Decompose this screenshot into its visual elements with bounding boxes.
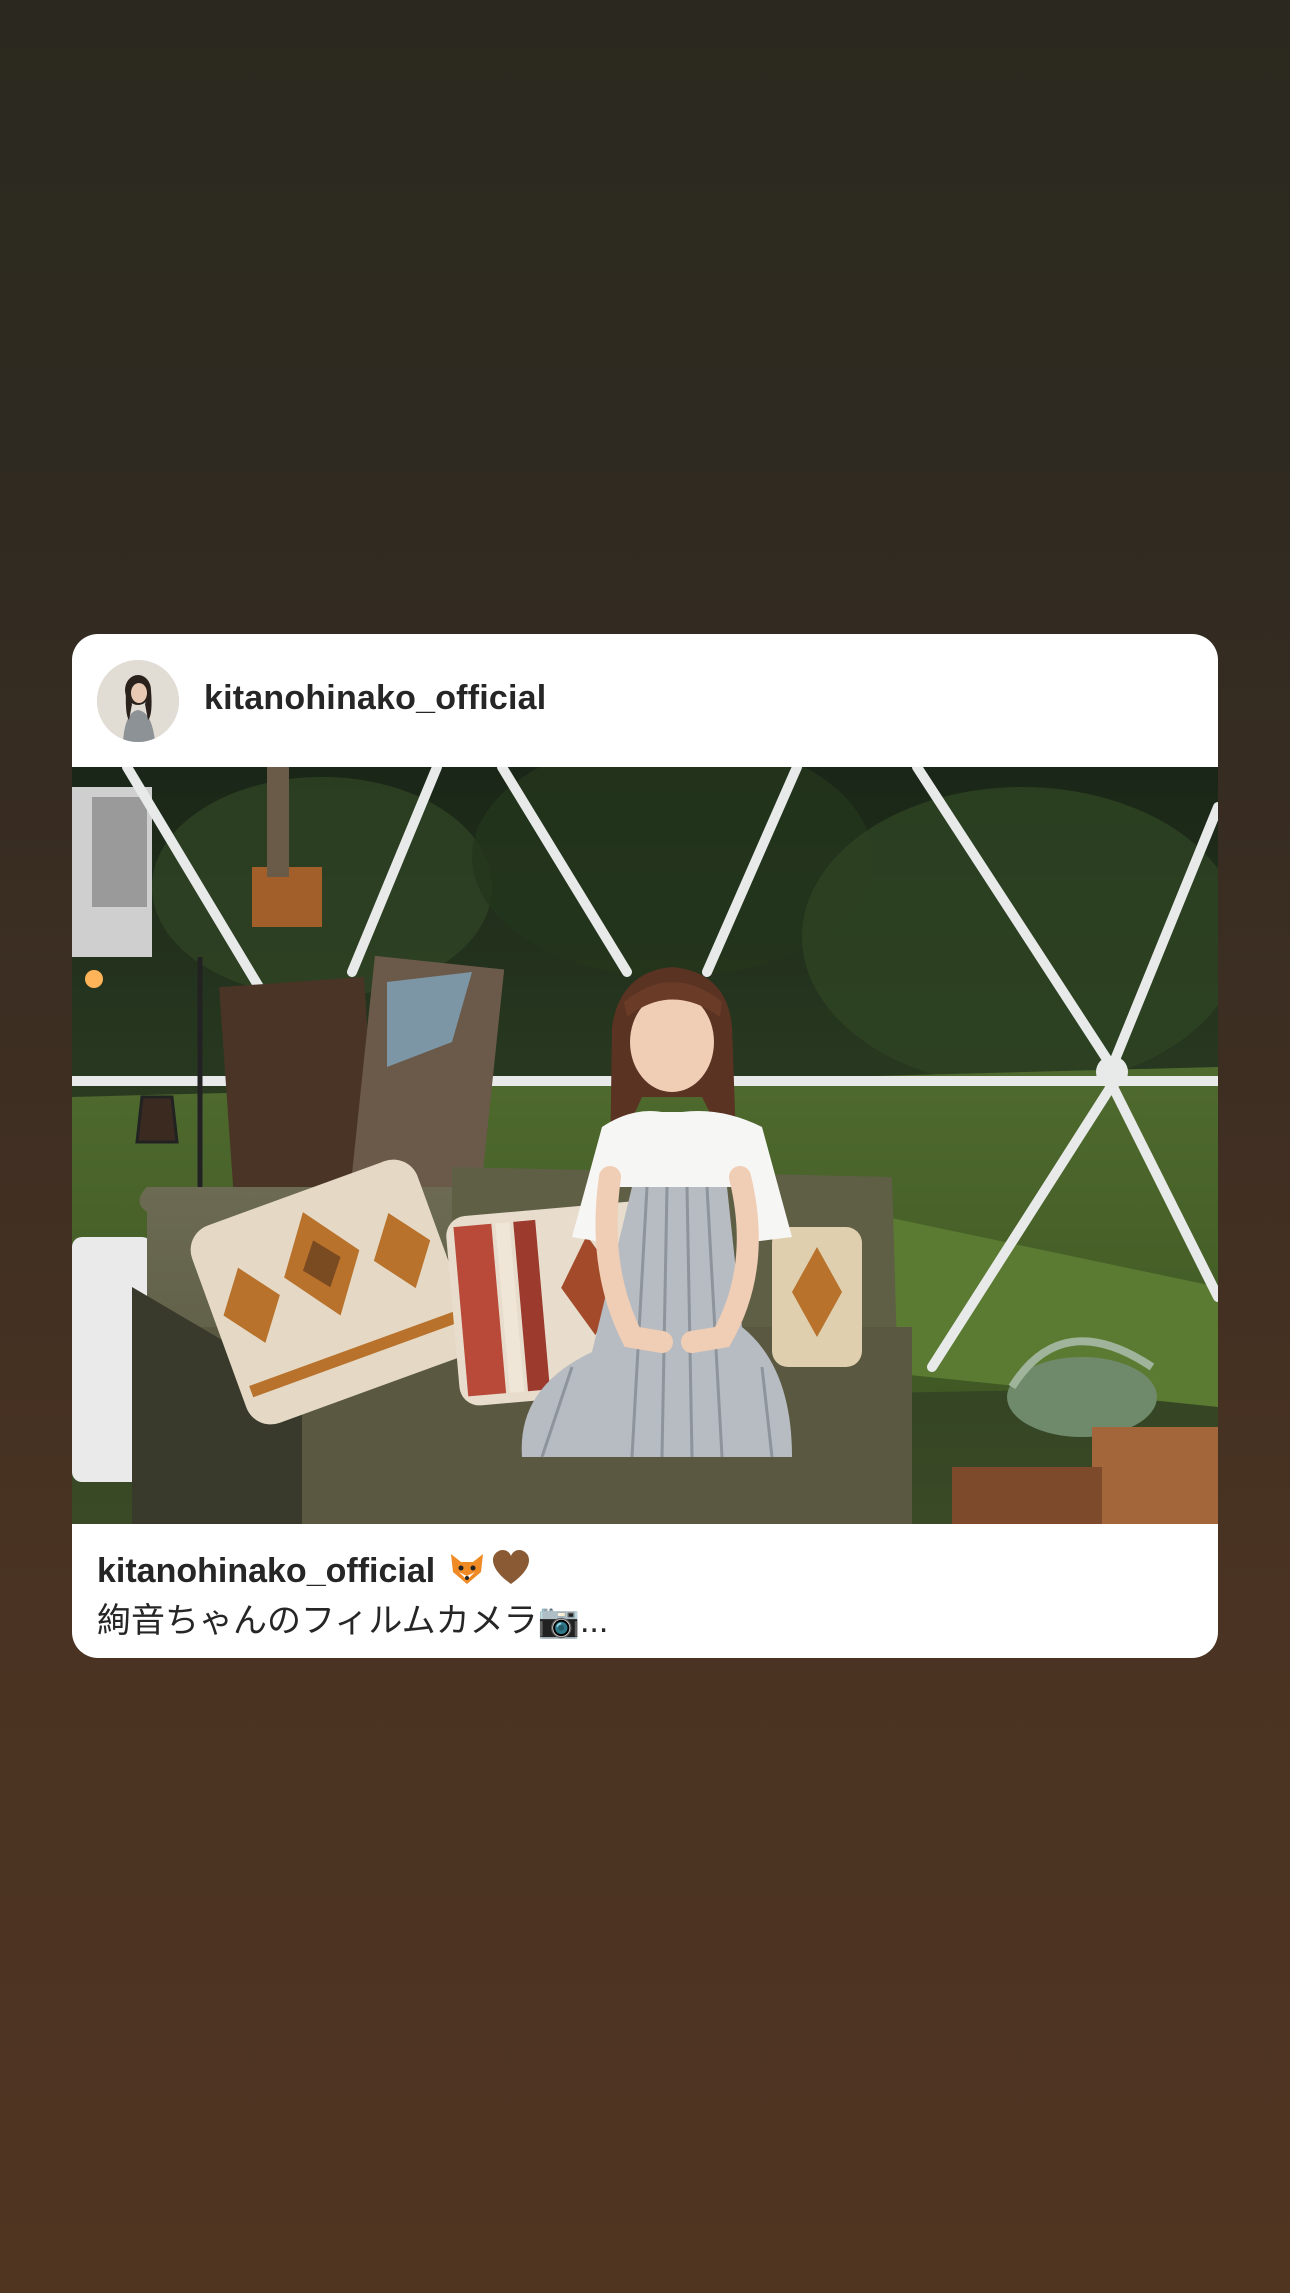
post-header[interactable]: kitanohinako_official [72,634,1218,767]
post-username[interactable]: kitanohinako_official [204,679,546,718]
post-photo[interactable] [72,767,1218,1524]
brown-heart-emoji-icon [491,1548,531,1599]
fox-emoji-icon [447,1548,487,1599]
caption-username[interactable]: kitanohinako_official [97,1552,435,1590]
shared-post-card[interactable]: kitanohinako_official kitanohinako_offic… [72,634,1218,1658]
caption-text: 絢音ちゃんのフィルムカメラ📷... [97,1602,609,1640]
post-caption: kitanohinako_official 絢音ちゃんのフィルムカメラ📷... [97,1548,1197,1643]
profile-avatar[interactable] [97,660,179,742]
